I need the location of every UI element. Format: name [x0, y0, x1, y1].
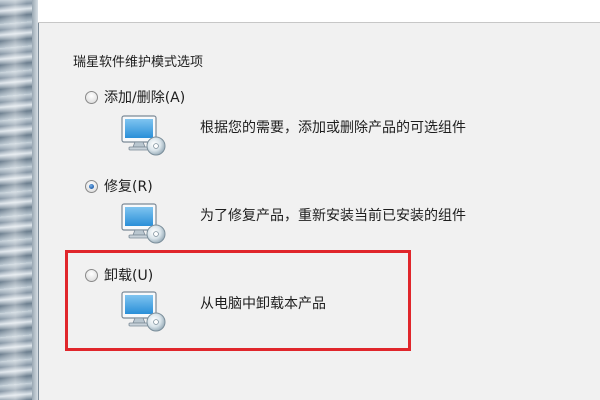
- option-uninstall[interactable]: 卸载(U): [85, 265, 153, 285]
- radio-add-remove[interactable]: [85, 90, 98, 104]
- option-uninstall-label: 卸载(U): [104, 268, 154, 284]
- radio-repair[interactable]: [85, 179, 98, 193]
- monitor-disc-icon: [121, 291, 166, 332]
- section-title: 瑞星软件维护模式选项: [73, 55, 204, 70]
- option-repair-description: 为了修复产品，重新安装当前已安装的组件: [200, 208, 466, 224]
- window-left-border: [0, 0, 39, 400]
- monitor-disc-icon: [121, 115, 166, 156]
- window-top-strip: [38, 0, 600, 23]
- option-add-remove-label: 添加/删除(A): [104, 90, 186, 106]
- option-repair[interactable]: 修复(R): [85, 176, 153, 196]
- radio-uninstall[interactable]: [85, 268, 98, 282]
- option-add-remove[interactable]: 添加/删除(A): [85, 87, 185, 107]
- option-uninstall-description: 从电脑中卸载本产品: [200, 296, 326, 312]
- option-add-remove-description: 根据您的需要，添加或删除产品的可选组件: [200, 120, 466, 136]
- option-repair-label: 修复(R): [104, 179, 153, 195]
- monitor-disc-icon: [121, 203, 166, 244]
- maintenance-options-panel: 瑞星软件维护模式选项 添加/删除(A) 根据您的需要，添加或删除产品的可选组件 …: [39, 23, 600, 400]
